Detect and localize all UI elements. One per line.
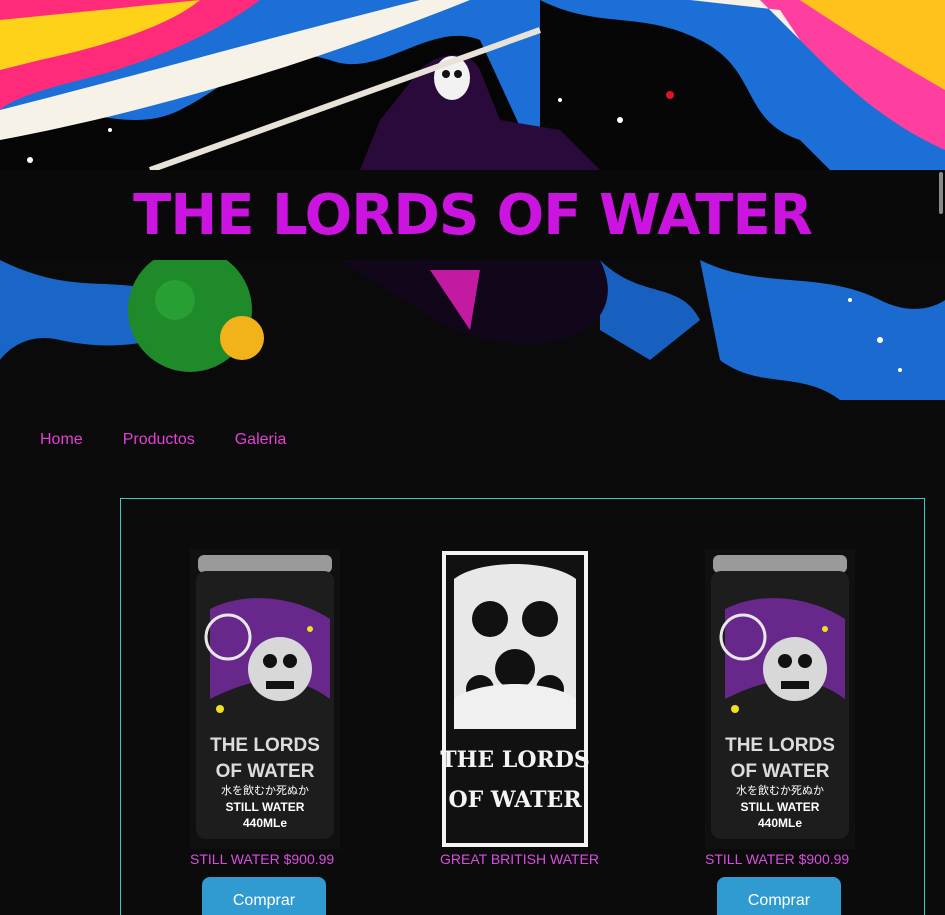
can-title-line-2: OF WATER bbox=[731, 761, 830, 782]
product-card: THE LORDS OF WATER 水を飲むか死ぬか STILL WATER … bbox=[190, 549, 360, 915]
site-title: THE LORDS OF WATER bbox=[133, 182, 813, 248]
buy-button[interactable]: Comprar bbox=[717, 877, 841, 915]
product-card: THE LORDS OF WATER GREAT BRITISH WATER bbox=[440, 549, 610, 867]
title-band: THE LORDS OF WATER bbox=[0, 170, 945, 260]
water-can-image: THE LORDS OF WATER 水を飲むか死ぬか STILL WATER … bbox=[190, 549, 340, 849]
scrollbar-thumb[interactable] bbox=[939, 172, 943, 214]
product-card: THE LORDS OF WATER 水を飲むか死ぬか STILL WATER … bbox=[705, 549, 875, 915]
products-panel: THE LORDS OF WATER 水を飲むか死ぬか STILL WATER … bbox=[120, 498, 925, 915]
can-title-line-1: THE LORDS bbox=[210, 735, 320, 756]
nav-link-home[interactable]: Home bbox=[40, 431, 83, 449]
art-title-line-2: OF WATER bbox=[448, 787, 582, 813]
can-variant-text: STILL WATER bbox=[741, 800, 820, 814]
nav-link-productos[interactable]: Productos bbox=[123, 431, 195, 449]
can-variant-text: STILL WATER bbox=[226, 800, 305, 814]
product-name: GREAT BRITISH WATER bbox=[440, 851, 599, 867]
can-japanese-text: 水を飲むか死ぬか bbox=[221, 783, 309, 797]
can-volume-text: 440MLe bbox=[758, 816, 802, 830]
product-image[interactable]: THE LORDS OF WATER 水を飲むか死ぬか STILL WATER … bbox=[705, 549, 855, 849]
water-can-image: THE LORDS OF WATER 水を飲むか死ぬか STILL WATER … bbox=[705, 549, 855, 849]
art-title-line-1: THE LORDS bbox=[440, 747, 589, 773]
hero-banner: THE LORDS OF WATER bbox=[0, 0, 945, 400]
main-nav: Home Productos Galeria bbox=[40, 431, 286, 449]
product-name: STILL WATER $900.99 bbox=[190, 851, 335, 867]
nav-link-galeria[interactable]: Galeria bbox=[235, 431, 287, 449]
product-image[interactable]: THE LORDS OF WATER 水を飲むか死ぬか STILL WATER … bbox=[190, 549, 340, 849]
product-name: STILL WATER $900.99 bbox=[705, 851, 850, 867]
can-title-line-2: OF WATER bbox=[216, 761, 315, 782]
can-volume-text: 440MLe bbox=[243, 816, 287, 830]
buy-button[interactable]: Comprar bbox=[202, 877, 326, 915]
product-image[interactable]: THE LORDS OF WATER bbox=[440, 549, 590, 849]
can-title-line-1: THE LORDS bbox=[725, 735, 835, 756]
tarot-art-image: THE LORDS OF WATER bbox=[440, 549, 590, 849]
can-japanese-text: 水を飲むか死ぬか bbox=[736, 783, 824, 797]
